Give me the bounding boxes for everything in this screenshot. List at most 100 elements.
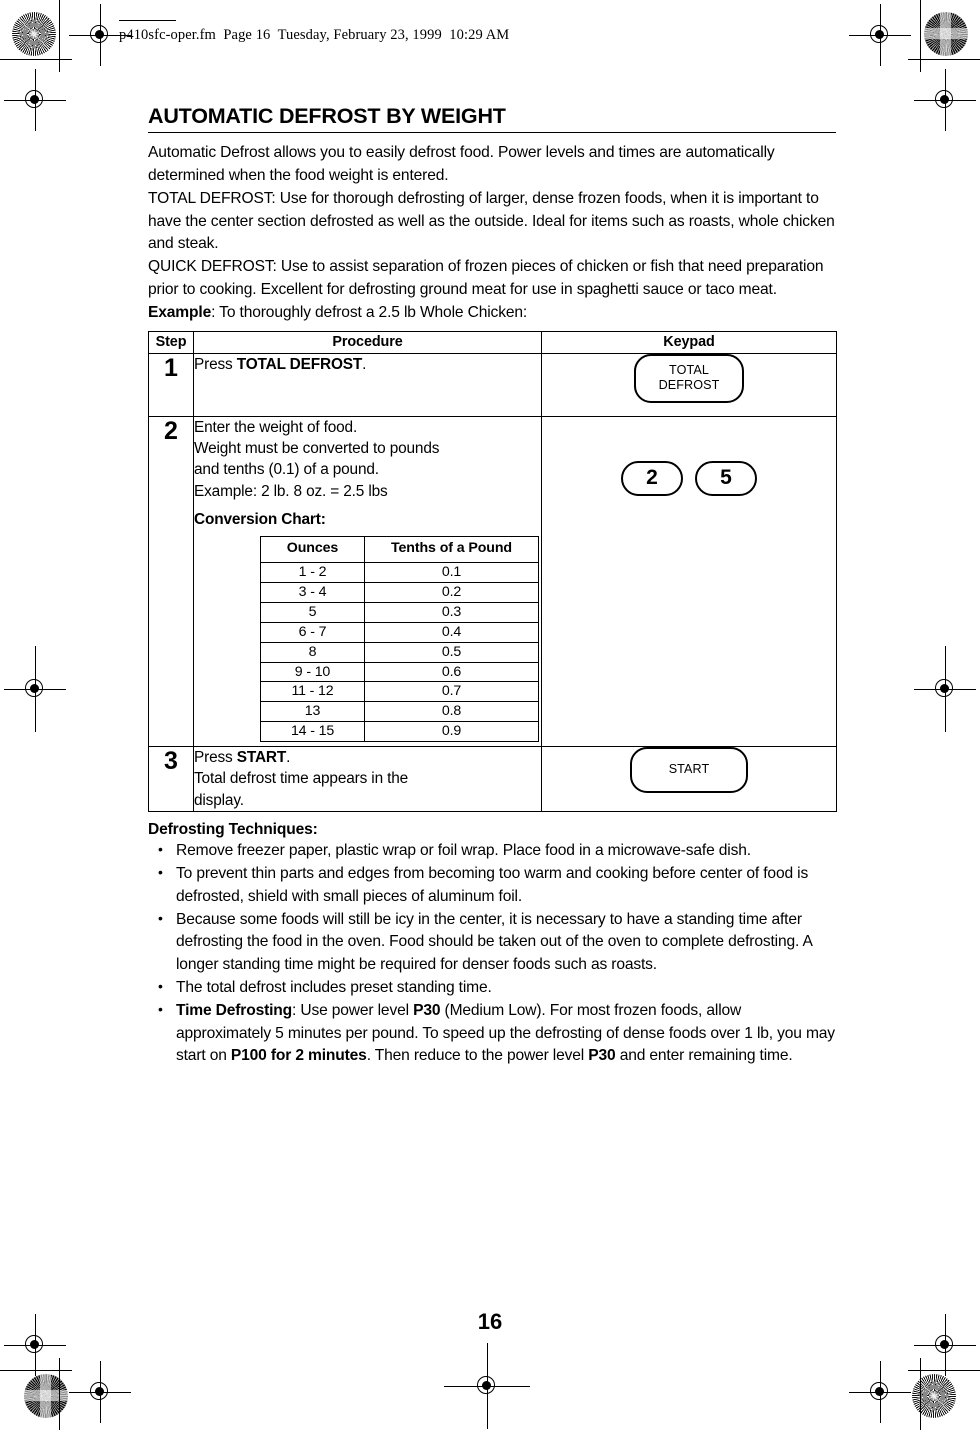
conversion-tenths: 0.9 <box>364 721 539 742</box>
time-defrosting-text-3: . Then reduce to the power level <box>366 1047 589 1065</box>
registration-mark-right-lower <box>849 1361 911 1423</box>
registration-mark-top-right <box>849 4 911 66</box>
start-button[interactable]: START <box>630 747 748 794</box>
table-header-row: Step Procedure Keypad <box>148 330 837 354</box>
conversion-tenths: 0.8 <box>364 701 539 723</box>
conversion-ounces: 11 - 12 <box>260 681 365 703</box>
trim-line <box>908 1370 980 1372</box>
step-procedure: Press START. Total defrost time appears … <box>193 746 542 812</box>
techniques-list: Remove freezer paper, plastic wrap or fo… <box>148 839 836 1068</box>
techniques-title: Defrosting Techniques: <box>148 820 318 838</box>
conversion-ounces: 5 <box>260 601 365 623</box>
step-number: 1 <box>148 352 194 417</box>
conversion-header-row: Ounces Tenths of a Pound <box>260 536 539 564</box>
title-underline <box>148 132 836 134</box>
conversion-ounces: 9 - 10 <box>260 661 365 683</box>
slug-text: p410sfc-oper.fm Page 16 Tuesday, Februar… <box>119 27 510 43</box>
conversion-row: 3 - 4 0.2 <box>260 582 539 603</box>
step-keypad: START <box>541 746 837 812</box>
procedure-line-4: Example: 2 lb. 8 oz. = 2.5 lbs <box>194 482 388 500</box>
trim-line <box>59 0 61 72</box>
conversion-row: 11 - 12 0.7 <box>260 681 539 703</box>
registration-mark-bottom-center <box>444 1343 530 1429</box>
keypad-digit-5-button[interactable]: 5 <box>695 460 757 496</box>
registration-mark-left-middle <box>4 646 66 732</box>
conversion-chart-label: Conversion Chart: <box>194 511 326 529</box>
procedure-line-2: Total defrost time appears in the <box>194 770 409 788</box>
conversion-tenths: 0.4 <box>364 621 539 643</box>
conversion-row: 13 0.8 <box>260 701 539 723</box>
trim-line <box>920 1358 922 1430</box>
step-keypad: TOTAL DEFROST <box>541 352 837 417</box>
conversion-ounces: 8 <box>260 641 365 663</box>
step-number: 2 <box>148 415 194 748</box>
header-step: Step <box>148 330 194 354</box>
trim-line <box>0 1370 72 1372</box>
procedure-line-3: and tenths (0.1) of a pound. <box>194 461 379 479</box>
trim-line <box>908 59 980 61</box>
procedure-prefix: Press <box>194 749 237 766</box>
rosette-mark-top-left <box>12 12 56 56</box>
conversion-tenths: 0.6 <box>364 661 539 683</box>
registration-mark-right-upper <box>914 69 976 131</box>
conversion-tenths: 0.7 <box>364 681 539 703</box>
conversion-row: 14 - 15 0.9 <box>260 721 539 742</box>
procedure-table: Step Procedure Keypad 1 Press TOTAL DEFR… <box>148 330 837 812</box>
conversion-row: 9 - 10 0.6 <box>260 661 539 683</box>
procedure-line-2: Weight must be converted to pounds <box>194 440 440 458</box>
intro-text: Automatic Defrost allows you to easily d… <box>148 142 836 325</box>
intro-line-2: TOTAL DEFROST: Use for thorough defrosti… <box>148 189 835 253</box>
example-label: Example <box>148 303 212 321</box>
rosette-mark-bottom-right <box>912 1374 956 1418</box>
conversion-ounces: 1 - 2 <box>260 562 365 583</box>
conversion-tenths: 0.1 <box>364 562 539 583</box>
list-item: Time Defrosting: Use power level P30 (Me… <box>148 999 836 1068</box>
slug-rule <box>119 20 176 22</box>
conversion-row: 6 - 7 0.4 <box>260 621 539 643</box>
power-level-p30-second: P30 <box>588 1047 616 1065</box>
conversion-header-tenths: Tenths of a Pound <box>364 536 539 564</box>
procedure-suffix: . <box>286 749 291 766</box>
list-item: To prevent thin parts and edges from bec… <box>148 862 836 908</box>
procedure-line-3: display. <box>194 791 244 809</box>
conversion-ounces: 6 - 7 <box>260 621 365 643</box>
list-item: The total defrost includes preset standi… <box>148 976 836 1000</box>
time-defrosting-text-1: : Use power level <box>292 1002 414 1020</box>
conversion-ounces: 13 <box>260 701 365 723</box>
page-content: AUTOMATIC DEFROST BY WEIGHT Automatic De… <box>148 104 837 1069</box>
power-level-p30: P30 <box>413 1002 441 1020</box>
keypad-digit-2-button[interactable]: 2 <box>621 460 683 496</box>
rosette-mark-top-right <box>924 12 968 56</box>
conversion-header-ounces: Ounces <box>260 536 365 564</box>
trim-line <box>0 59 72 61</box>
conversion-ounces: 3 - 4 <box>260 582 365 603</box>
procedure-line-1: Enter the weight of food. <box>194 418 358 436</box>
file-slug: p410sfc-oper.fm Page 16 Tuesday, Februar… <box>119 20 839 43</box>
trim-line <box>920 0 922 72</box>
example-text: : To thoroughly defrost a 2.5 lb Whole C… <box>211 303 528 321</box>
step-number: 3 <box>148 746 194 812</box>
step-procedure: Press TOTAL DEFROST. <box>193 352 542 417</box>
conversion-tenths: 0.2 <box>364 582 539 603</box>
procedure-suffix: . <box>362 355 367 373</box>
conversion-row: 1 - 2 0.1 <box>260 562 539 583</box>
intro-example: Example: To thoroughly defrost a 2.5 lb … <box>148 302 836 325</box>
procedure-bold: START <box>236 749 287 766</box>
conversion-tenths: 0.3 <box>364 601 539 623</box>
list-item: Because some foods will still be icy in … <box>148 908 836 977</box>
table-row: 3 Press START. Total defrost time appear… <box>148 746 837 812</box>
procedure-bold: TOTAL DEFROST <box>236 355 363 373</box>
registration-mark-left-lower <box>69 1361 131 1423</box>
power-level-p100: P100 for 2 minutes <box>230 1047 367 1065</box>
time-defrosting-text-4: and enter remaining time. <box>615 1047 793 1065</box>
registration-mark-right-middle <box>914 646 976 732</box>
conversion-tenths: 0.5 <box>364 641 539 663</box>
page-number: 16 <box>477 1309 503 1334</box>
time-defrosting-label: Time Defrosting <box>176 1002 293 1020</box>
conversion-row: 8 0.5 <box>260 641 539 663</box>
total-defrost-button[interactable]: TOTAL DEFROST <box>634 353 744 404</box>
procedure-line-1: Press START. <box>194 747 541 768</box>
intro-line-3: QUICK DEFROST: Use to assist separation … <box>148 258 824 299</box>
conversion-chart-table: Ounces Tenths of a Pound 1 - 2 0.1 3 - 40… <box>260 536 539 742</box>
intro-line-1: Automatic Defrost allows you to easily d… <box>148 144 775 184</box>
